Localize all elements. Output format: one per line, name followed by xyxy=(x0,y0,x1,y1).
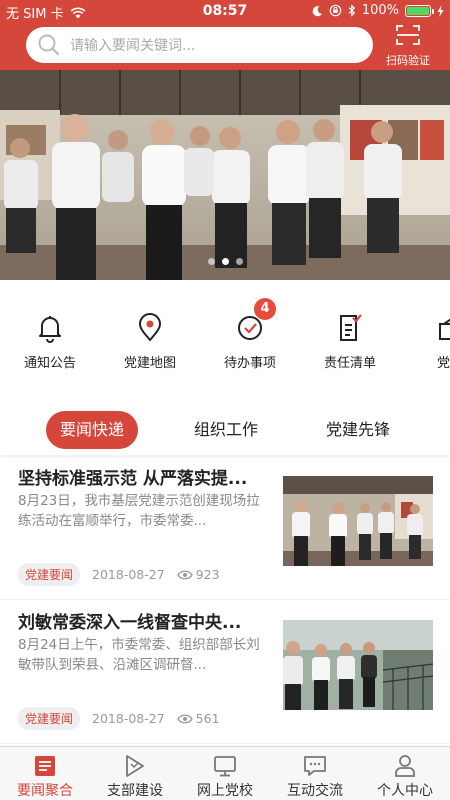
eye-icon xyxy=(176,714,193,723)
search-placeholder: 请输入要闻关键词... xyxy=(70,38,196,54)
news-views: 923 xyxy=(176,567,220,582)
quick-item-label: 党建地图 xyxy=(123,356,176,371)
scan-verify-label: 扫码验证 xyxy=(386,54,430,67)
search-icon xyxy=(38,34,60,56)
monitor-icon xyxy=(214,756,236,777)
todo-badge: 4 xyxy=(254,298,276,320)
nav-branch-building[interactable]: 支部建设 xyxy=(90,753,180,800)
news-meta: 党建要闻 2018-08-27 561 xyxy=(18,707,220,730)
quick-item-notice[interactable]: 通知公告 xyxy=(0,308,100,371)
orientation-lock-icon xyxy=(329,4,342,17)
nav-label: 互动交流 xyxy=(287,783,343,799)
tab-organization-work[interactable]: 组织工作 xyxy=(180,411,272,449)
news-tabs: 要闻快递 组织工作 党建先锋 xyxy=(0,405,450,455)
moon-icon xyxy=(312,5,322,16)
quick-item-label: 责任清单 xyxy=(323,356,376,371)
battery-icon xyxy=(405,4,434,17)
chat-icon xyxy=(304,756,326,776)
carousel-dot[interactable] xyxy=(235,258,243,265)
news-date: 2018-08-27 xyxy=(92,711,165,726)
nav-interaction[interactable]: 互动交流 xyxy=(270,753,360,800)
news-view-count: 561 xyxy=(195,711,220,726)
news-summary: 8月24日上午，市委常委、组织部部长刘敏带队到荣县、沿滩区调研督... xyxy=(18,637,260,673)
news-meta: 党建要闻 2018-08-27 923 xyxy=(18,563,220,586)
news-view-count: 923 xyxy=(195,567,220,582)
carousel-dots xyxy=(0,258,450,265)
battery-percent: 100% xyxy=(361,3,399,18)
tab-party-pioneer[interactable]: 党建先锋 xyxy=(312,411,404,449)
search-input[interactable]: 请输入要闻关键词... xyxy=(26,27,373,63)
scan-verify-button[interactable]: 扫码验证 xyxy=(380,24,436,67)
news-date: 2018-08-27 xyxy=(92,567,165,582)
nav-online-party-school[interactable]: 网上党校 xyxy=(180,753,270,800)
news-thumbnail xyxy=(283,476,433,566)
charging-icon xyxy=(437,4,444,17)
nav-label: 要闻聚合 xyxy=(17,783,73,799)
person-icon xyxy=(395,755,415,777)
quick-item-checklist[interactable]: 责任清单 xyxy=(300,308,400,371)
news-title: 刘敏常委深入一线督查中央... xyxy=(18,613,242,633)
checklist-icon xyxy=(340,314,362,341)
flag-icon xyxy=(126,755,144,777)
status-bar: 无 SIM 卡 08:57 100% xyxy=(0,0,450,22)
quick-item-party-map[interactable]: 党建地图 xyxy=(100,308,200,371)
news-thumbnail-photo xyxy=(283,476,433,566)
tab-news-express[interactable]: 要闻快递 xyxy=(46,411,138,449)
carousel-dot[interactable] xyxy=(221,258,229,265)
wallet-icon xyxy=(439,318,450,340)
banner-carousel[interactable] xyxy=(0,70,450,280)
news-item[interactable]: 刘敏常委深入一线督查中央... 8月24日上午，市委常委、组织部部长刘敏带队到荣… xyxy=(0,602,450,744)
news-item[interactable]: 坚持标准强示范 从严落实提... 8月23日，我市基层党建示范创建现场拉练活动在… xyxy=(0,458,450,600)
nav-label: 支部建设 xyxy=(107,783,163,799)
bell-icon xyxy=(39,316,61,343)
bluetooth-icon xyxy=(348,4,356,17)
news-summary: 8月23日，我市基层党建示范创建现场拉练活动在富顺举行，市委常委... xyxy=(18,493,260,529)
bottom-nav: 要闻聚合 支部建设 网上党校 互动交流 个人中心 xyxy=(0,746,450,800)
carousel-dot[interactable] xyxy=(207,258,215,265)
quick-item-party-fee[interactable]: 党费 xyxy=(400,308,450,371)
news-title: 坚持标准强示范 从严落实提... xyxy=(18,469,248,489)
quick-item-todo[interactable]: 4 待办事项 xyxy=(200,298,300,371)
eye-icon xyxy=(176,570,193,579)
quick-item-label: 通知公告 xyxy=(23,356,76,371)
status-right-group: 100% xyxy=(312,3,444,18)
scan-icon xyxy=(396,25,420,45)
news-thumbnail-photo xyxy=(283,620,433,710)
nav-personal-center[interactable]: 个人中心 xyxy=(360,753,450,800)
quick-item-label: 待办事项 xyxy=(223,356,276,371)
quick-menu: 通知公告 党建地图 4 待办事项 责任清单 党 xyxy=(0,280,450,390)
news-tag: 党建要闻 xyxy=(18,707,81,730)
news-thumbnail xyxy=(283,620,433,710)
nav-news-aggregation[interactable]: 要闻聚合 xyxy=(0,753,90,800)
nav-label: 网上党校 xyxy=(197,783,253,799)
news-icon xyxy=(35,756,55,776)
app-header: 无 SIM 卡 08:57 100% 请输入要闻关键词... 扫码验证 xyxy=(0,0,450,70)
news-views: 561 xyxy=(176,711,220,726)
banner-photo xyxy=(0,70,450,280)
news-tag: 党建要闻 xyxy=(18,563,81,586)
nav-label: 个人中心 xyxy=(377,783,433,799)
quick-item-label: 党费 xyxy=(436,356,450,371)
battery-fill xyxy=(407,6,429,15)
map-pin-icon xyxy=(138,313,162,342)
